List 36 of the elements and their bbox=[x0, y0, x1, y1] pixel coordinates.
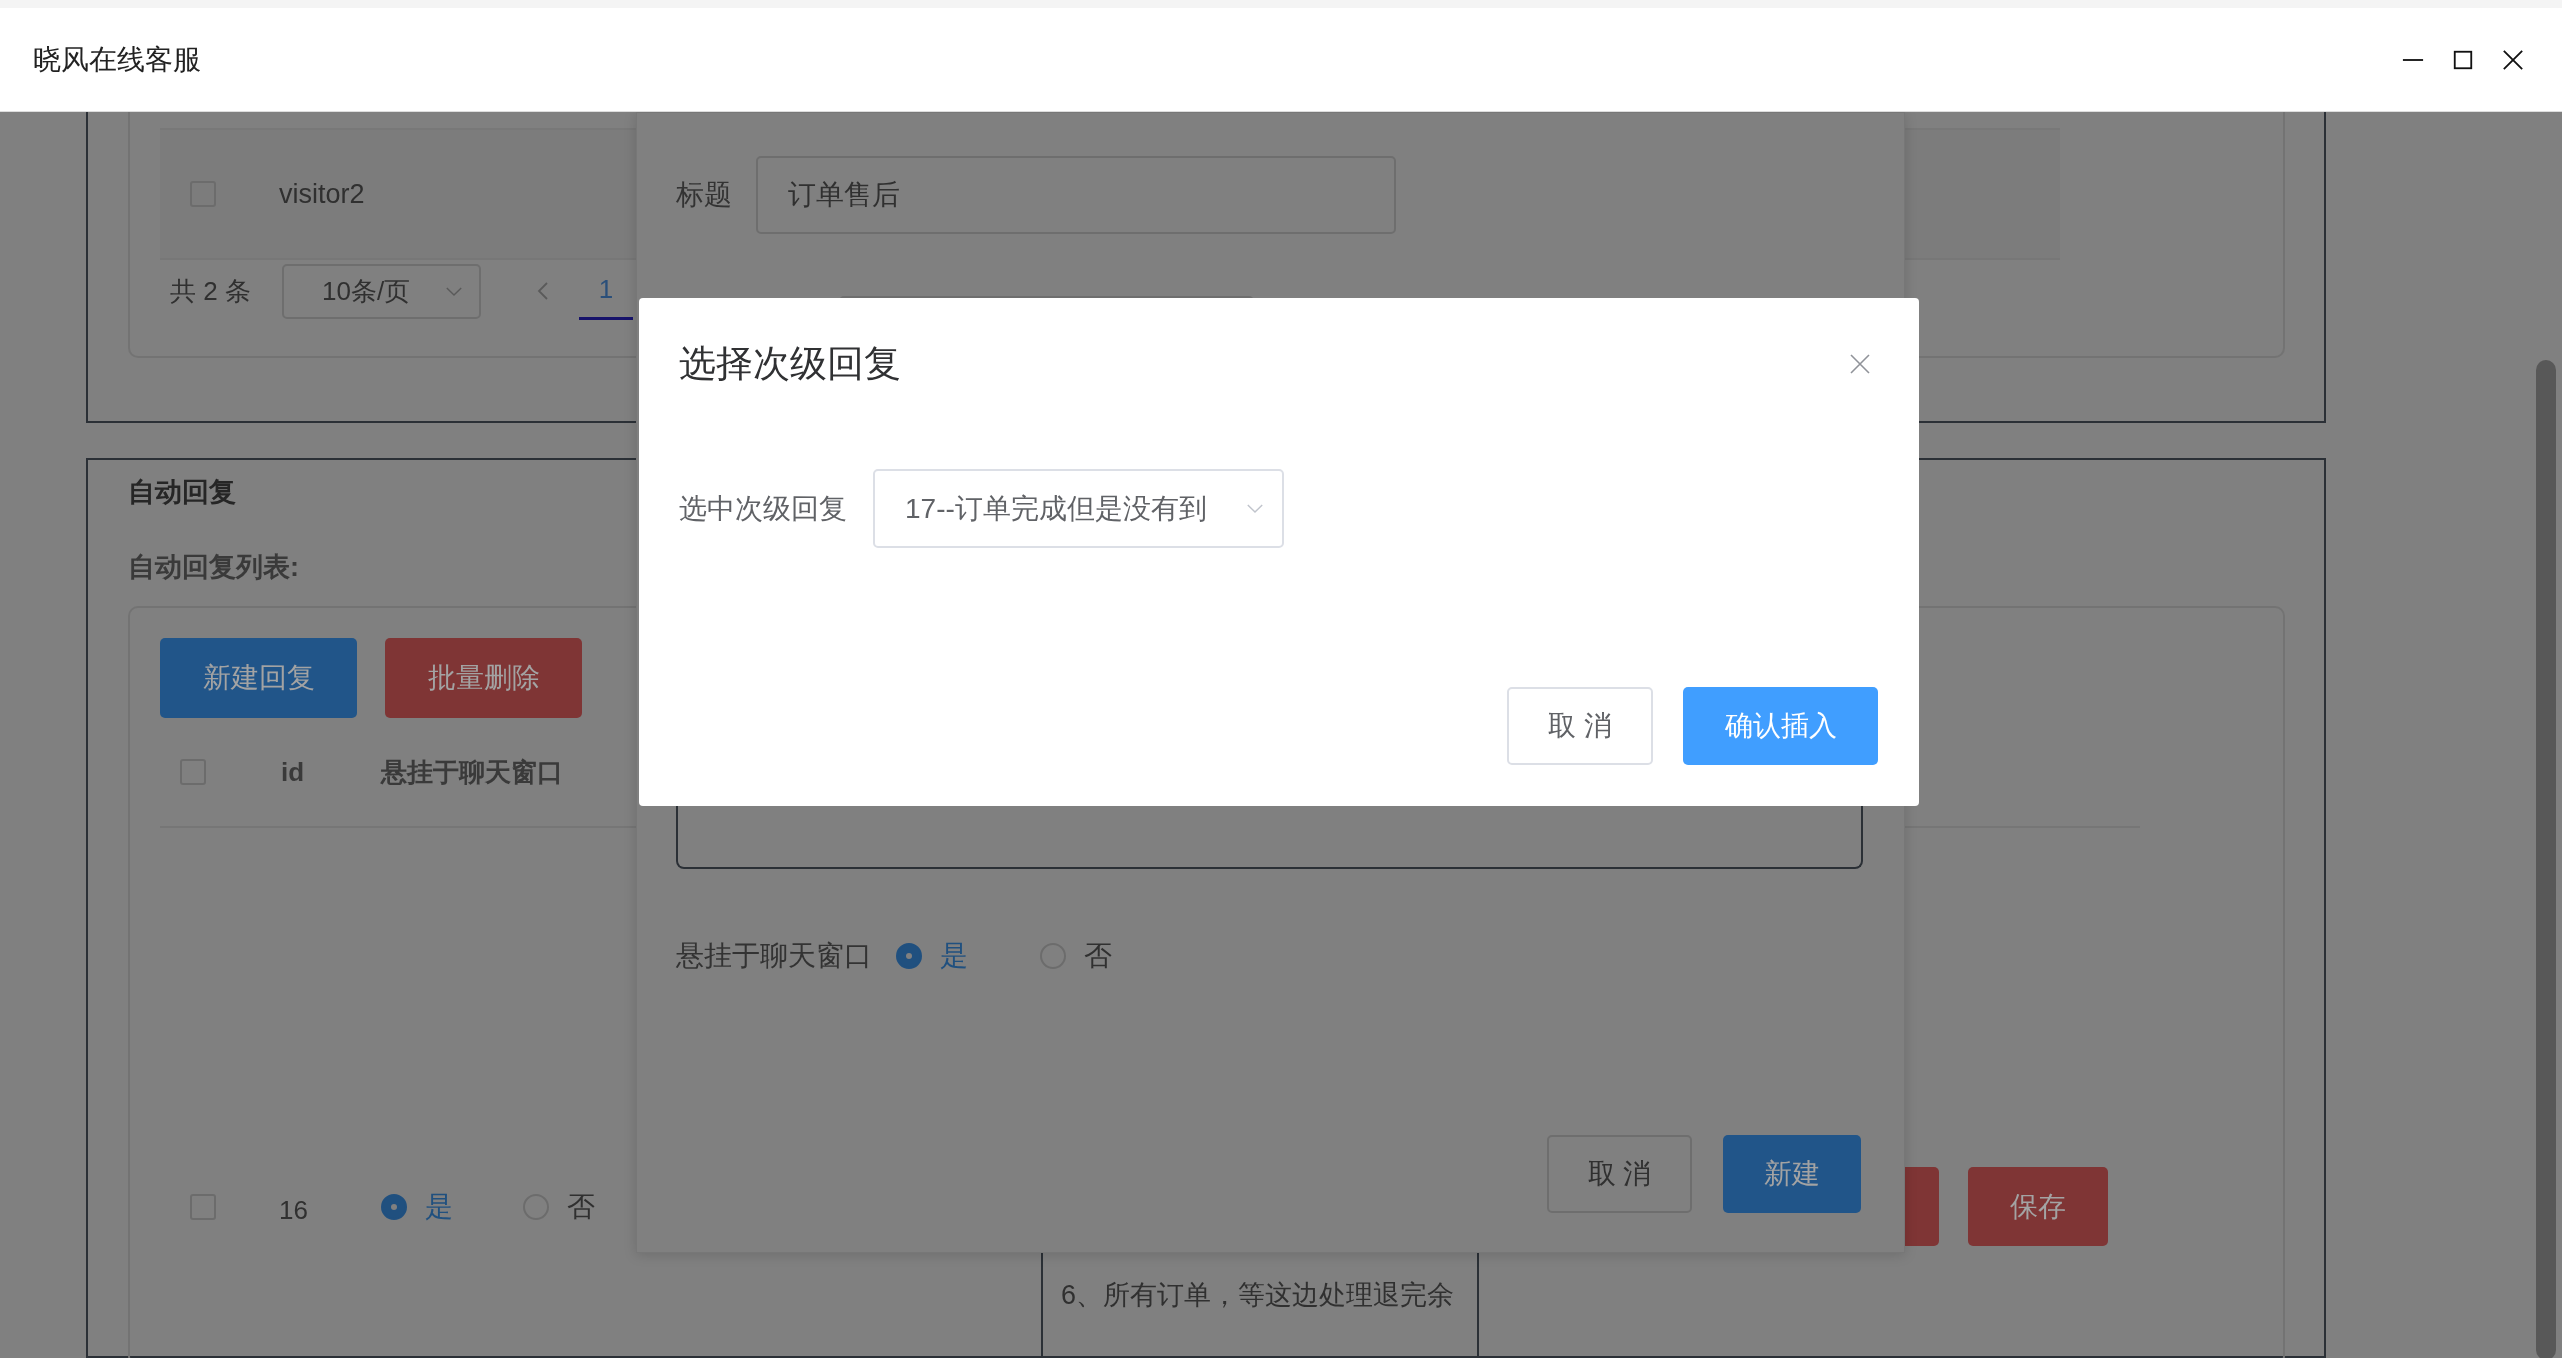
dialog-button[interactable]: 确认插入 bbox=[1683, 687, 1878, 765]
scrollbar-thumb[interactable] bbox=[2536, 360, 2556, 1358]
radio-label[interactable]: 是 bbox=[425, 1188, 453, 1226]
toolbar-button[interactable]: 新建回复 bbox=[160, 638, 357, 718]
total-count: 共 2 条 bbox=[170, 274, 252, 308]
radio-label[interactable]: 否 bbox=[567, 1188, 595, 1226]
radio-button[interactable] bbox=[381, 1194, 407, 1220]
page-size-select[interactable]: 10条/页 bbox=[282, 263, 481, 319]
table-cell: 6、所有订单，等这边处理退完余 bbox=[1061, 1280, 1455, 1310]
reply-select[interactable]: 17--订单完成但是没有到 bbox=[873, 469, 1284, 548]
table-cell: visitor2 bbox=[279, 178, 365, 210]
chevron-down-icon bbox=[445, 285, 463, 297]
section-subtitle: 自动回复列表: bbox=[128, 551, 300, 581]
title-field[interactable]: 订单售后 bbox=[756, 156, 1396, 234]
chevron-left-icon[interactable] bbox=[537, 281, 549, 301]
chevron-down-icon bbox=[1246, 503, 1264, 514]
dialog-button[interactable]: 新建 bbox=[1723, 1135, 1861, 1213]
field-label: 悬挂于聊天窗口 bbox=[676, 939, 873, 973]
close-icon[interactable] bbox=[2502, 48, 2524, 71]
table-cell-text: 16 bbox=[279, 1194, 309, 1226]
dialog-button[interactable]: 取 消 bbox=[1547, 1135, 1692, 1213]
radio-label[interactable]: 是 bbox=[940, 937, 968, 975]
maximize-icon[interactable] bbox=[2452, 48, 2474, 71]
section-title: 自动回复 bbox=[128, 476, 237, 506]
field-label: 选中次级回复 bbox=[679, 491, 848, 526]
dialog-button[interactable]: 取 消 bbox=[1507, 687, 1653, 765]
column-header: id bbox=[281, 756, 306, 788]
radio-button[interactable] bbox=[896, 943, 922, 969]
page-number[interactable]: 1 bbox=[579, 262, 633, 320]
radio-label[interactable]: 否 bbox=[1084, 937, 1112, 975]
field-label: 标题 bbox=[676, 178, 733, 212]
toolbar-button[interactable]: 批量删除 bbox=[385, 638, 582, 718]
window-title: 晓风在线客服 bbox=[33, 42, 201, 77]
column-header: 悬挂于聊天窗口 bbox=[381, 755, 563, 789]
action-button[interactable]: 保存 bbox=[1968, 1167, 2108, 1246]
dialog-title: 选择次级回复 bbox=[679, 342, 901, 386]
